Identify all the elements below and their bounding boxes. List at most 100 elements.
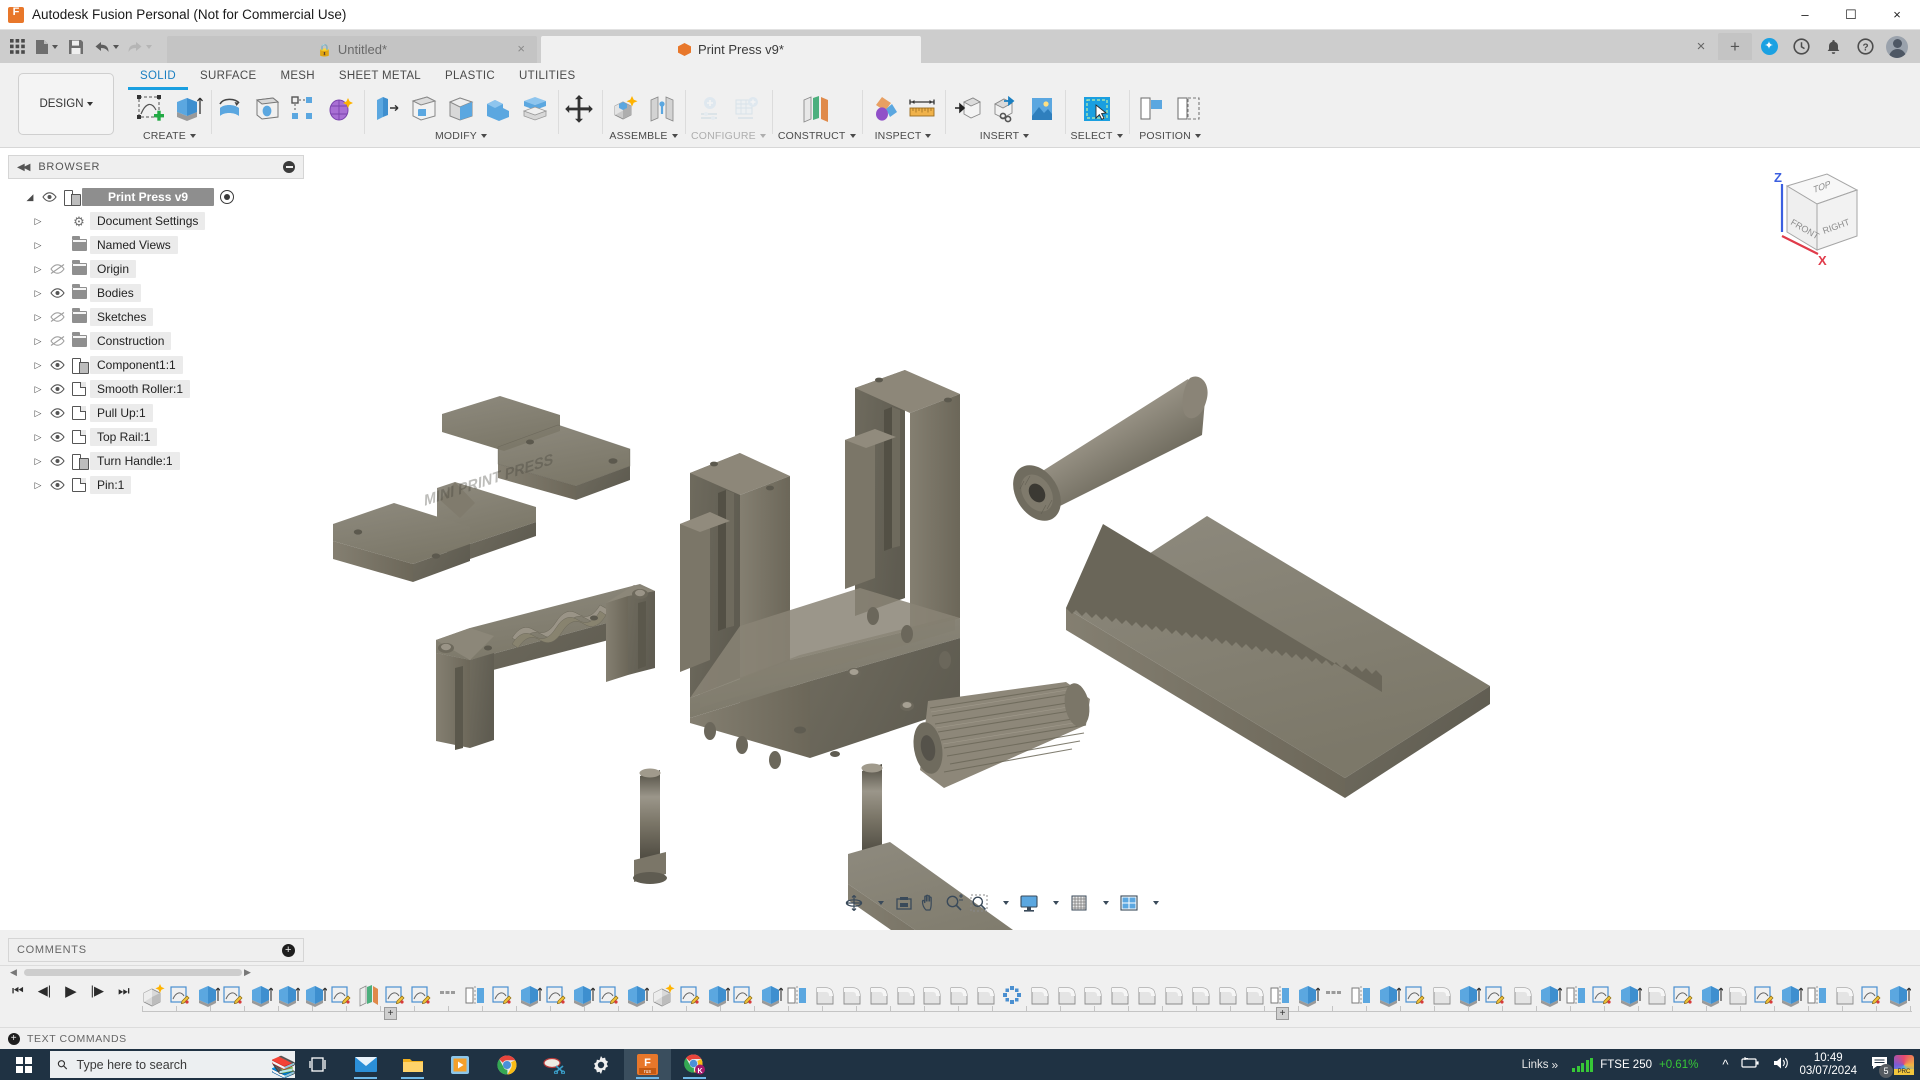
grid-dropdown-caret[interactable] [1092,891,1116,915]
part-main-frame[interactable] [680,370,960,769]
move-copy-icon[interactable] [562,90,596,128]
redo-icon[interactable] [124,34,155,60]
tree-item-sketches[interactable]: ▷ Sketches [8,305,304,329]
battery-icon[interactable] [1740,1057,1760,1072]
job-status-icon[interactable] [1786,32,1816,62]
tree-item-bodies[interactable]: ▷ Bodies [8,281,304,305]
tree-item-smooth-roller[interactable]: ▷ Smooth Roller:1 [8,377,304,401]
chrome-icon[interactable] [483,1049,530,1080]
display-dropdown-caret[interactable] [1042,891,1066,915]
tree-item-origin[interactable]: ▷ Origin [8,257,304,281]
windows-start-icon[interactable] [0,1049,48,1080]
expand-arrow-icon[interactable]: ▷ [30,312,46,323]
insert-mcmaster-icon[interactable] [988,90,1022,128]
combine-icon[interactable] [481,90,515,128]
visibility-eye-icon[interactable] [46,288,68,298]
create-sketch-icon[interactable] [134,90,168,128]
tree-item-document-settings[interactable]: ▷ ⚙ Document Settings [8,209,304,233]
stock-widget[interactable]: FTSE 250 +0.61% [1572,1058,1698,1072]
part-bed-plate[interactable] [1066,516,1490,798]
new-document-icon[interactable] [32,34,61,60]
extrude-icon[interactable] [171,90,205,128]
prc-app-icon[interactable] [1894,1055,1914,1075]
collapse-left-icon[interactable]: ◀◀ [17,162,28,173]
measure-icon[interactable] [905,90,939,128]
shell-icon[interactable] [444,90,478,128]
expand-arrow-icon[interactable]: ▷ [30,432,46,443]
select-caret-icon[interactable] [1117,134,1123,138]
tree-root-print-press[interactable]: ◢ Print Press v9 [8,185,304,209]
scrollbar-thumb[interactable] [24,969,242,976]
user-avatar[interactable] [1882,32,1912,62]
visibility-eye-icon[interactable] [46,408,68,418]
inspect-caret-icon[interactable] [925,134,931,138]
zoom-icon[interactable] [942,891,966,915]
mail-icon[interactable] [342,1049,389,1080]
expand-arrow-icon[interactable]: ◢ [22,192,38,203]
tab-solid[interactable]: SOLID [128,66,188,90]
tree-item-construction[interactable]: ▷ Construction [8,329,304,353]
taskbar-search-input[interactable]: ⚲ Type here to search 📚 [50,1051,295,1078]
text-commands-bar[interactable]: + TEXT COMMANDS [0,1027,1920,1049]
new-component-icon[interactable] [608,90,642,128]
joint-icon[interactable] [645,90,679,128]
expand-text-commands-icon[interactable]: + [8,1033,20,1045]
scroll-left-icon[interactable]: ◀ [10,967,17,978]
tab-utilities[interactable]: UTILITIES [507,66,587,90]
file-explorer-icon[interactable] [389,1049,436,1080]
visibility-eye-hidden-icon[interactable] [46,264,68,274]
press-pull-icon[interactable] [370,90,404,128]
tree-item-pull-up[interactable]: ▷ Pull Up:1 [8,401,304,425]
taskbar-clock[interactable]: 10:49 03/07/2024 [1799,1052,1857,1078]
snipping-tool-icon[interactable] [530,1049,577,1080]
tab-print-press-close-icon[interactable]: × [1686,32,1716,62]
insert-derive-icon[interactable] [951,90,985,128]
tab-mesh[interactable]: MESH [268,66,326,90]
expand-arrow-icon[interactable]: ▷ [30,360,46,371]
add-comment-icon[interactable]: + [282,944,295,957]
kindle-chrome-icon[interactable]: K [671,1049,718,1080]
expand-arrow-icon[interactable]: ▷ [30,384,46,395]
viewport-dropdown-caret[interactable] [1142,891,1166,915]
tree-item-pin[interactable]: ▷ Pin:1 [8,473,304,497]
expand-arrow-icon[interactable]: ▷ [30,408,46,419]
skip-to-start-icon[interactable]: ⏮ [12,983,24,999]
tree-item-top-rail[interactable]: ▷ Top Rail:1 [8,425,304,449]
timeline-marker-group-2[interactable]: + [1276,1007,1289,1020]
zoom-dropdown-caret[interactable] [992,891,1016,915]
create-caret-icon[interactable] [190,134,196,138]
task-view-icon[interactable] [295,1049,342,1080]
visibility-eye-icon[interactable] [46,480,68,490]
fillet-icon[interactable] [407,90,441,128]
expand-arrow-icon[interactable]: ▷ [30,456,46,467]
new-tab-button[interactable]: + [1718,33,1752,60]
construction-plane-icon[interactable] [797,90,837,128]
part-top-rail[interactable]: MINI PRINT PRESS [333,396,630,582]
expand-arrow-icon[interactable]: ▷ [30,216,46,227]
revolve-icon[interactable] [213,90,247,128]
minimize-button[interactable]: – [1782,0,1828,30]
position-align-right-icon[interactable] [1172,90,1206,128]
orbit-icon[interactable] [842,891,866,915]
notifications-bell-icon[interactable] [1818,32,1848,62]
orbit-dropdown-caret[interactable] [867,891,891,915]
assemble-caret-icon[interactable] [672,134,678,138]
pattern-icon[interactable] [287,90,321,128]
configure-theme-icon[interactable] [730,90,764,128]
display-settings-icon[interactable] [1017,891,1041,915]
workspace-switcher[interactable]: DESIGN [18,73,114,135]
insert-canvas-image-icon[interactable] [1025,90,1059,128]
timeline-feature-track[interactable]: + + [140,980,1912,1022]
activate-component-radio[interactable] [220,190,234,204]
fusion-icon[interactable]: F rus [624,1049,671,1080]
undo-icon[interactable] [91,34,122,60]
zoom-window-icon[interactable] [967,891,991,915]
interference-icon[interactable] [868,90,902,128]
viewport-layout-icon[interactable] [1117,891,1141,915]
tree-item-named-views[interactable]: ▷ Named Views [8,233,304,257]
expand-arrow-icon[interactable]: ▷ [30,288,46,299]
timeline-scrollbar[interactable]: ◀ ▶ [8,968,1912,977]
visibility-eye-icon[interactable] [46,384,68,394]
play-icon[interactable]: ▶ [65,982,77,1000]
timeline-marker-group-1[interactable]: + [384,1007,397,1020]
